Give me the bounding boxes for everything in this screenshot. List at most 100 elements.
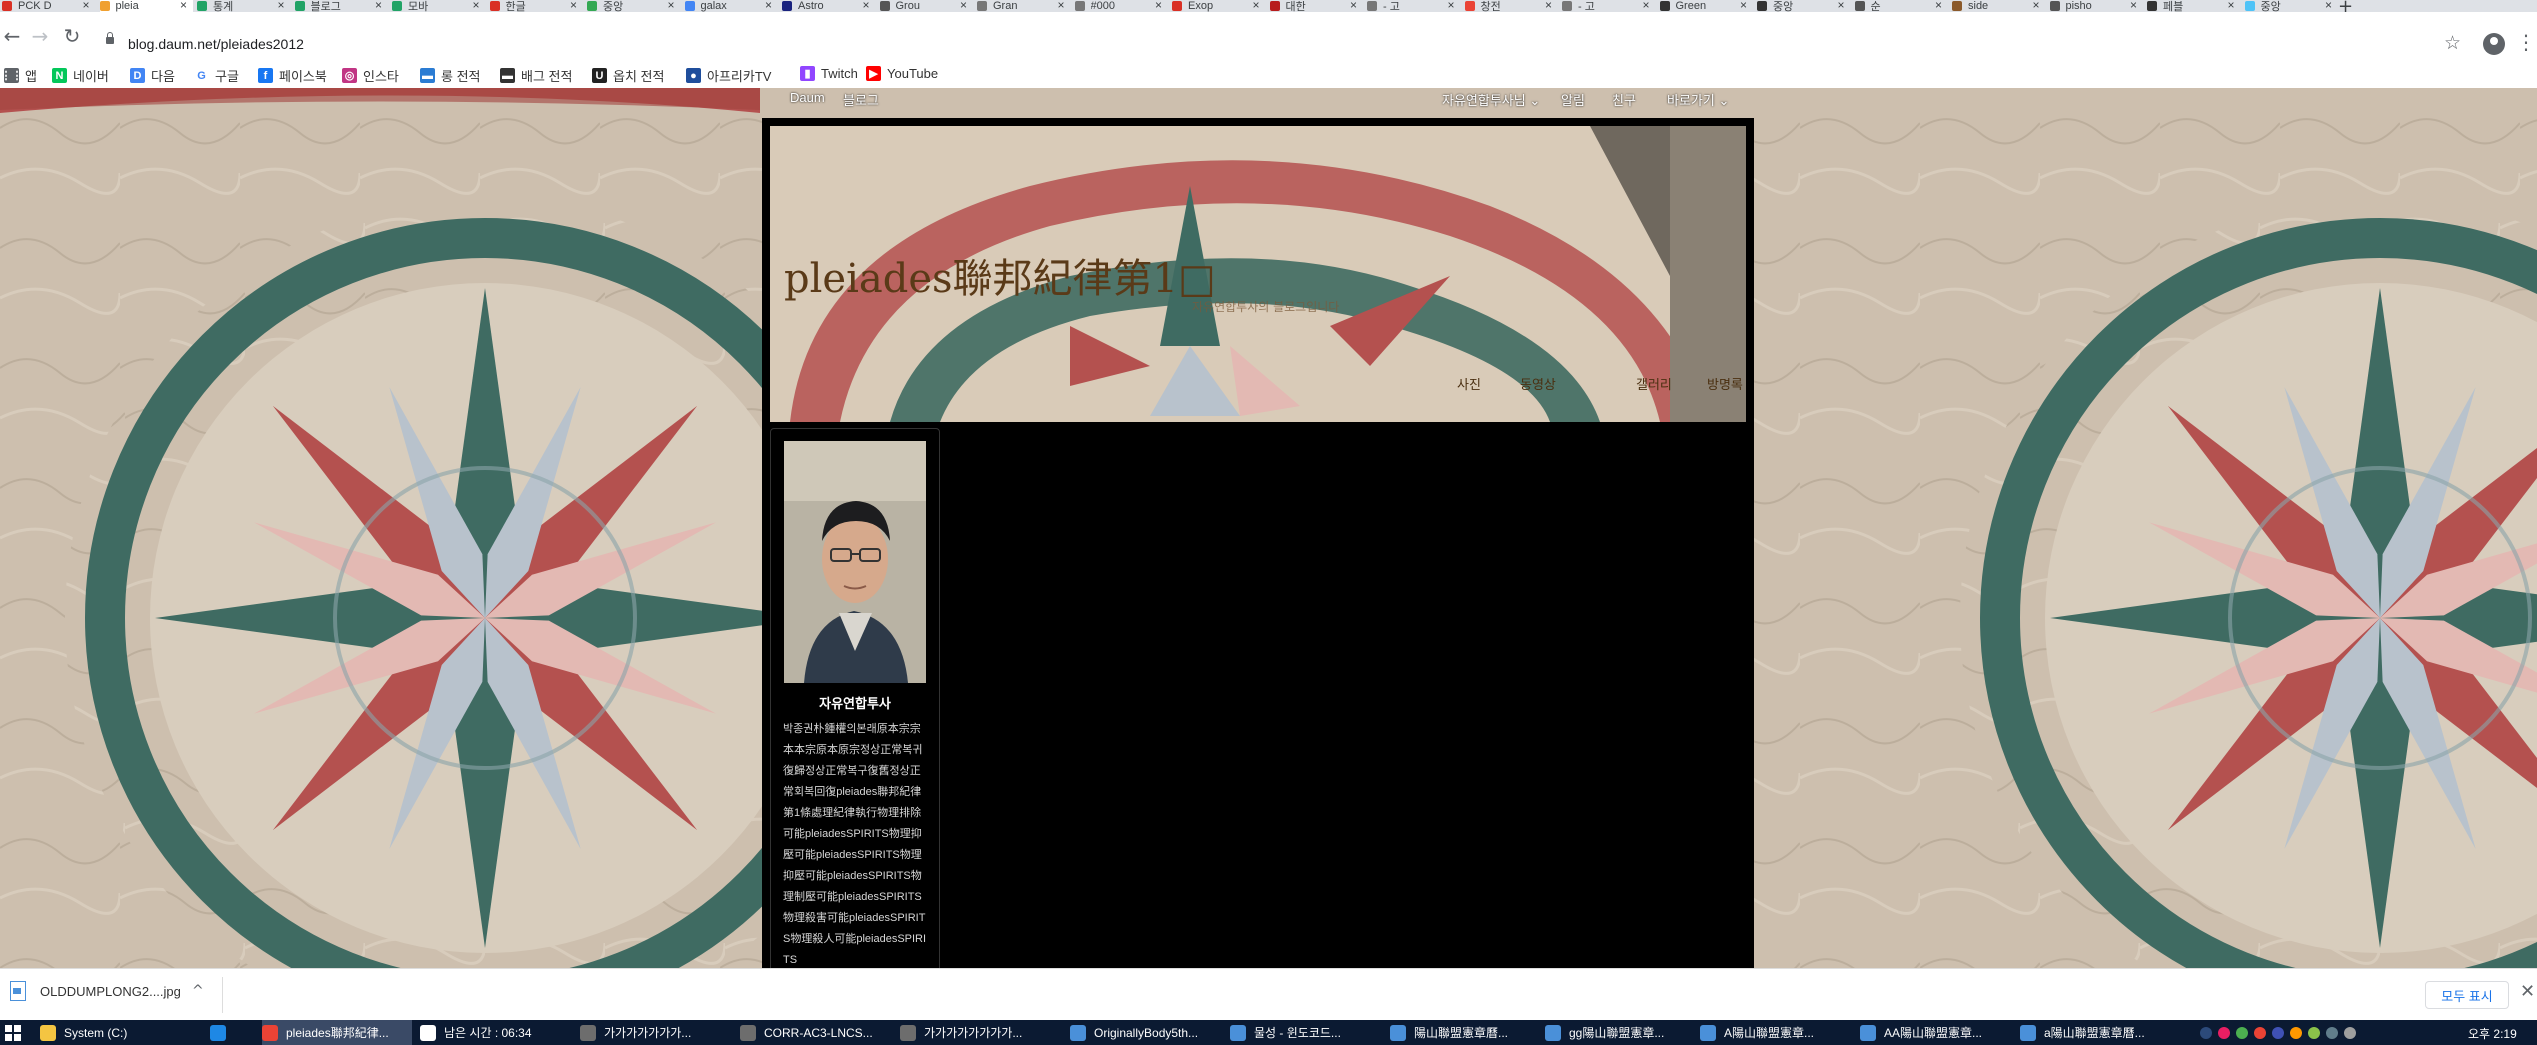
address-bar[interactable]: blog.daum.net/pleiades2012 — [128, 36, 304, 52]
browser-tab[interactable]: pisho × — [2049, 0, 2144, 12]
close-tab-icon[interactable]: × — [1350, 0, 1357, 12]
reload-icon[interactable]: ↻ — [60, 24, 84, 48]
close-tab-icon[interactable]: × — [2130, 0, 2137, 12]
profile-avatar-icon[interactable] — [2483, 33, 2505, 55]
browser-tab[interactable]: 중앙 × — [587, 0, 681, 12]
bookmark-item[interactable]: D 다음 — [130, 66, 175, 85]
browser-tab[interactable]: Gran × — [977, 0, 1071, 12]
browser-tab[interactable]: - 고 × — [1367, 0, 1461, 12]
user-menu[interactable]: 자유연합투사님 ⌄ — [1442, 90, 1540, 109]
profile-nickname[interactable]: 자유연합투사 — [771, 693, 939, 712]
menu-dots-icon[interactable]: ⋮ — [2516, 30, 2536, 54]
taskbar-clock[interactable]: 오후 2:19 — [2468, 1025, 2517, 1042]
browser-tab[interactable]: pleia × — [99, 0, 193, 12]
daum-link[interactable]: Daum — [790, 90, 825, 105]
close-tab-icon[interactable]: × — [862, 0, 869, 12]
blog-link[interactable]: 블로그 — [843, 90, 879, 109]
browser-tab[interactable]: 블로그 × — [294, 0, 389, 12]
taskbar-item[interactable]: 가가가가가가가... — [580, 1020, 730, 1045]
browser-tab[interactable]: #000 × — [1074, 0, 1169, 12]
close-tab-icon[interactable]: × — [2325, 0, 2332, 12]
close-tab-icon[interactable]: × — [2227, 0, 2234, 12]
taskbar-item[interactable]: A陽山聯盟憲章... — [1700, 1020, 1850, 1045]
tray-icon[interactable] — [2254, 1026, 2266, 1039]
taskbar-item[interactable]: OriginallyBody5th... — [1070, 1020, 1220, 1045]
alarm-link[interactable]: 알림 — [1561, 90, 1585, 109]
close-tab-icon[interactable]: × — [1057, 0, 1064, 12]
taskbar-item[interactable]: 陽山聯盟憲章曆... — [1390, 1020, 1540, 1045]
close-tab-icon[interactable]: × — [1155, 0, 1162, 12]
close-tab-icon[interactable]: × — [1447, 0, 1454, 12]
menu-photo[interactable]: 사진 — [1457, 374, 1481, 393]
menu-gallery[interactable]: 갤러리 — [1636, 374, 1672, 393]
bookmark-star-icon[interactable]: ☆ — [2444, 32, 2461, 54]
taskbar-item[interactable]: 물성 - 윈도코드... — [1230, 1020, 1380, 1045]
tray-icon[interactable] — [2290, 1026, 2302, 1039]
taskbar-item[interactable]: CORR-AC3-LNCS... — [740, 1020, 890, 1045]
close-tab-icon[interactable]: × — [375, 0, 382, 12]
close-tab-icon[interactable]: × — [960, 0, 967, 12]
download-item[interactable]: OLDDUMPLONG2....jpg — [10, 981, 181, 1001]
taskbar-item[interactable]: pleiades聯邦紀律... — [262, 1020, 412, 1045]
bookmark-item[interactable]: ● 아프리카TV — [686, 66, 771, 85]
bookmark-item[interactable]: f 페이스북 — [258, 66, 327, 85]
close-tab-icon[interactable]: × — [667, 0, 674, 12]
forward-icon[interactable]: → — [28, 24, 52, 48]
browser-tab[interactable]: 페블 × — [2147, 0, 2241, 12]
browser-tab[interactable]: PCK D × — [2, 0, 96, 12]
browser-tab[interactable]: 모바 × — [392, 0, 486, 12]
menu-guestbook[interactable]: 방명록 — [1707, 374, 1743, 393]
bookmark-item[interactable]: ◎ 인스타 — [342, 66, 399, 85]
close-tab-icon[interactable]: × — [180, 0, 187, 12]
browser-tab[interactable]: 창전 × — [1464, 0, 1559, 12]
shortcut-menu[interactable]: 바로가기 ⌄ — [1667, 90, 1729, 109]
close-tab-icon[interactable]: × — [82, 0, 89, 12]
blog-title[interactable]: pleiades聯邦紀律第1□ — [784, 246, 1216, 304]
browser-tab[interactable]: 한글 × — [489, 0, 584, 12]
bookmark-item[interactable]: ▬ 배그 전적 — [500, 66, 572, 85]
close-tab-icon[interactable]: × — [1740, 0, 1747, 12]
close-tab-icon[interactable]: × — [1545, 0, 1552, 12]
bookmark-item[interactable]: U 옵치 전적 — [592, 66, 664, 85]
profile-photo[interactable] — [784, 441, 926, 683]
speaker-icon[interactable] — [2344, 1026, 2356, 1039]
taskbar-item[interactable]: 남은 시간 : 06:34 — [420, 1020, 570, 1045]
back-icon[interactable]: ← — [0, 24, 24, 48]
close-tab-icon[interactable]: × — [1935, 0, 1942, 12]
browser-tab[interactable]: Green × — [1659, 0, 1754, 12]
close-tab-icon[interactable]: × — [765, 0, 772, 12]
tray-icon[interactable] — [2326, 1026, 2338, 1039]
browser-tab[interactable]: Exop × — [1172, 0, 1266, 12]
taskbar-item[interactable] — [210, 1020, 254, 1045]
bookmark-item[interactable]: ▬ 롱 전적 — [420, 66, 481, 85]
close-tab-icon[interactable]: × — [1837, 0, 1844, 12]
close-tab-icon[interactable]: × — [1252, 0, 1259, 12]
close-tab-icon[interactable]: × — [1642, 0, 1649, 12]
taskbar-item[interactable]: 가가가가가가가가... — [900, 1020, 1060, 1045]
taskbar-item[interactable]: AA陽山聯盟憲章... — [1860, 1020, 2010, 1045]
close-tab-icon[interactable]: × — [472, 0, 479, 12]
browser-tab[interactable]: 순 × — [1854, 0, 1949, 12]
new-tab-icon[interactable]: + — [2338, 0, 2353, 12]
friend-link[interactable]: 친구 — [1612, 90, 1636, 109]
browser-tab[interactable]: Grou × — [879, 0, 974, 12]
browser-tab[interactable]: galax × — [684, 0, 779, 12]
browser-tab[interactable]: 대한 × — [1269, 0, 1364, 12]
tray-icon[interactable] — [2200, 1026, 2212, 1039]
taskbar-item[interactable]: gg陽山聯盟憲章... — [1545, 1020, 1695, 1045]
taskbar-item[interactable]: System (C:) — [40, 1020, 200, 1045]
tray-icon[interactable] — [2236, 1026, 2248, 1039]
bookmark-item[interactable]: N 네이버 — [52, 66, 109, 85]
browser-tab[interactable]: 통계 × — [197, 0, 291, 12]
close-tab-icon[interactable]: × — [570, 0, 577, 12]
tray-icon[interactable] — [2308, 1026, 2320, 1039]
tray-icon[interactable] — [2272, 1026, 2284, 1039]
close-icon[interactable]: ✕ — [2520, 981, 2535, 1002]
browser-tab[interactable]: Astro × — [782, 0, 876, 12]
browser-tab[interactable]: 중앙 × — [1757, 0, 1851, 12]
menu-video[interactable]: 동영상 — [1520, 374, 1556, 393]
taskbar-item[interactable]: a陽山聯盟憲章曆... — [2020, 1020, 2170, 1045]
browser-tab[interactable]: 중앙 × — [2244, 0, 2339, 12]
bookmark-item[interactable]: G 구글 — [194, 66, 239, 85]
close-tab-icon[interactable]: × — [2032, 0, 2039, 12]
